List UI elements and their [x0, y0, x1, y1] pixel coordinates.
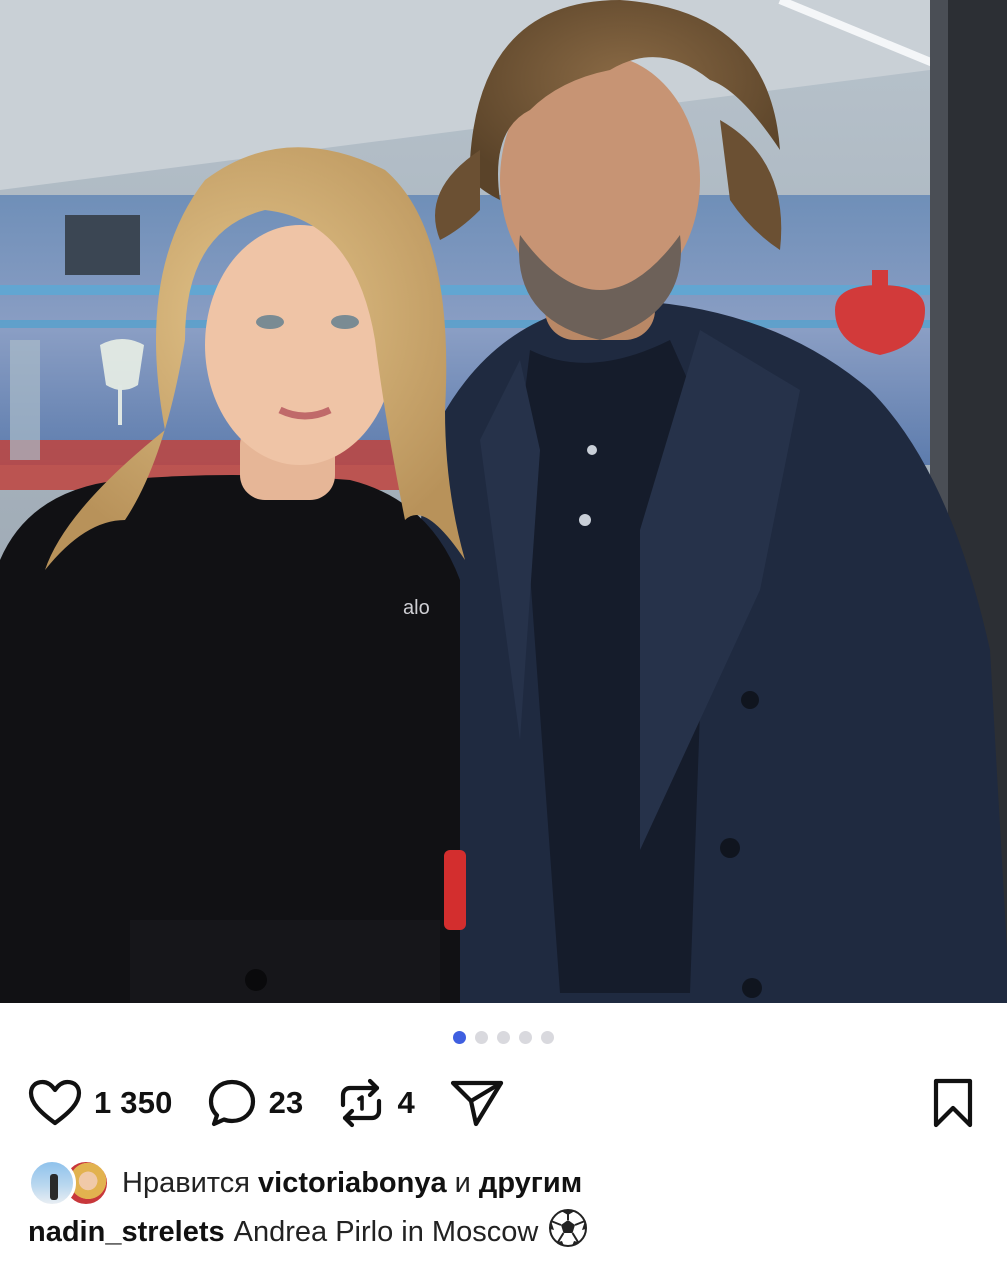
carousel-dot-active[interactable] [453, 1031, 466, 1044]
share-button[interactable] [449, 1078, 505, 1128]
like-button[interactable]: 1 350 [28, 1079, 173, 1127]
repost-icon [341, 1078, 382, 1128]
carousel-indicator [0, 1031, 1007, 1044]
avatar [28, 1159, 76, 1207]
liked-by-joiner: и [454, 1166, 471, 1199]
svg-text:alo: alo [403, 597, 430, 619]
bookmark-icon [933, 1078, 973, 1128]
caption-author[interactable]: nadin_strelets [28, 1216, 225, 1249]
liked-by-user[interactable]: victoriabonya [258, 1167, 447, 1200]
carousel-dot[interactable] [497, 1031, 510, 1044]
carousel-dot[interactable] [519, 1031, 532, 1044]
repost-button[interactable]: 4 [337, 1077, 415, 1129]
carousel-dot[interactable] [541, 1031, 554, 1044]
comment-bubble-icon [208, 1079, 255, 1127]
comment-button[interactable]: 23 [207, 1078, 304, 1128]
likes-count: 1 350 [94, 1085, 173, 1120]
post-caption: nadin_strelets Andrea Pirlo in Moscow [28, 1208, 588, 1256]
liked-by-row[interactable]: Нравится victoriabonya и другим [28, 1158, 582, 1208]
liked-by-avatars [28, 1159, 114, 1207]
comments-count: 23 [268, 1085, 304, 1120]
send-icon [450, 1080, 504, 1127]
post-photo[interactable]: alo [0, 0, 1007, 1003]
liked-by-prefix: Нравится [122, 1166, 250, 1199]
heart-icon [28, 1079, 82, 1126]
reposts-count: 4 [397, 1085, 415, 1120]
caption-text: Andrea Pirlo in Moscow [233, 1215, 539, 1248]
liked-by-others[interactable]: другим [479, 1167, 582, 1200]
post-action-bar: 1 350 23 4 [28, 1072, 979, 1134]
post-image: alo [0, 0, 1007, 1003]
carousel-dot[interactable] [475, 1031, 488, 1044]
soccer-ball-icon [548, 1208, 588, 1256]
save-button[interactable] [931, 1077, 975, 1129]
